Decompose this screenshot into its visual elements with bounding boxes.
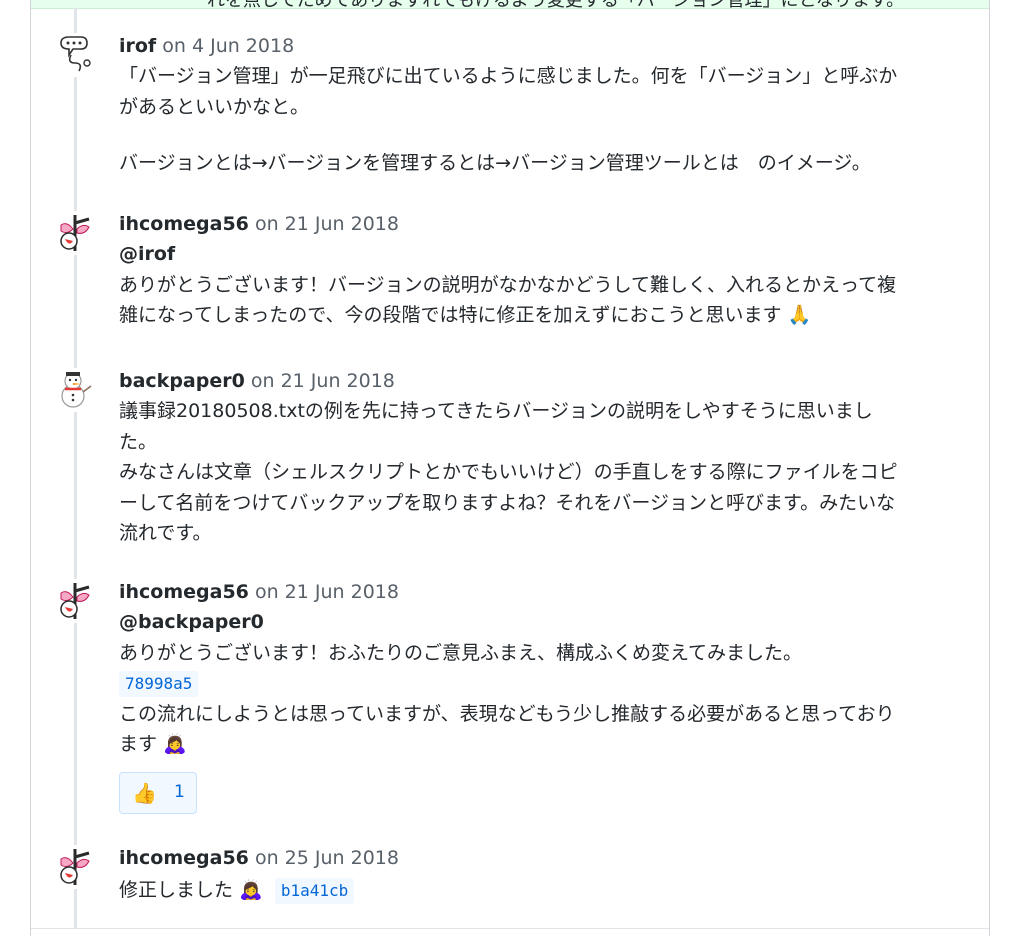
comment-header: ihcomega56 on 25 Jun 2018 — [119, 845, 969, 871]
comment-line: 議事録20180508.txtの例を先に持ってきたらバージョンの説明をしやすそう… — [119, 400, 873, 422]
comment-timeline-panel: れを点してためでありますれてもけるよう変更する「バージョン管理」にとなります。 … — [30, 0, 990, 936]
comment-line-text: 雑になってしまったので、今の段階では特に修正を加えずにおこうと思います — [119, 304, 782, 326]
comment-line-blank — [119, 122, 969, 148]
bowing-person-emoji-icon: 🙇‍♀️ — [239, 879, 263, 901]
comment-text: 「バージョン管理」が一足飛びに出ているように感じました。何を「バージョン」と呼ぶ… — [119, 61, 969, 179]
comment-date[interactable]: on 21 Jun 2018 — [255, 213, 399, 235]
comment-date[interactable]: on 21 Jun 2018 — [251, 370, 395, 392]
comment-header: ihcomega56 on 21 Jun 2018 — [119, 579, 969, 605]
comment-line: 雑になってしまったので、今の段階では特に修正を加えずにおこうと思います 🙏 — [119, 300, 969, 331]
comment-author[interactable]: ihcomega56 — [119, 847, 249, 869]
ihcomega56-avatar-icon[interactable] — [53, 845, 97, 889]
ihcomega56-avatar-icon[interactable] — [53, 579, 97, 623]
comment-line-text: ます — [119, 733, 158, 755]
irof-avatar-icon[interactable] — [53, 33, 97, 77]
comment-line: た。 — [119, 430, 158, 453]
commit-sha-link[interactable]: 78998a5 — [119, 671, 199, 697]
user-mention[interactable]: @backpaper0 — [119, 607, 969, 638]
comment-body: ihcomega56 on 21 Jun 2018 @irof ありがとうござい… — [119, 211, 969, 331]
comment-line: 修正しました 🙇‍♀️ b1a41cb — [119, 875, 969, 906]
comment-line: 「バージョン管理」が一足飛びに出ているように感じました。何を「バージョン」と呼ぶ… — [119, 65, 898, 87]
comment-line: ーして名前をつけてバックアップを取りますよね？それをバージョンと呼びます。みたい… — [119, 491, 896, 514]
thumbs-up-icon: 👍 — [132, 780, 157, 805]
timeline-bottom-divider — [31, 928, 989, 929]
comment-line: バージョンとは→バージョンを管理するとは→バージョン管理ツールとは のイメージ。 — [119, 152, 871, 174]
folded-hands-emoji-icon: 🙏 — [787, 304, 812, 326]
backpaper0-avatar-icon[interactable] — [53, 368, 97, 412]
comment-text: @backpaper0 ありがとうございます！おふたりのご意見ふまえ、構成ふくめ… — [119, 607, 969, 760]
reactions-bar: 👍 1 — [119, 771, 969, 818]
comment-text: @irof ありがとうございます！バージョンの説明がなかなかどうして難しく、入れ… — [119, 239, 969, 331]
timeline-line — [74, 8, 77, 928]
comment-date[interactable]: on 4 Jun 2018 — [162, 35, 294, 57]
comment-author[interactable]: ihcomega56 — [119, 213, 249, 235]
comment-line: みなさんは文章（シェルスクリプトとかでもいいけど）の手直しをする際にファイルをコ… — [119, 461, 898, 483]
comment-line: 流れです。 — [119, 522, 212, 544]
comment-author[interactable]: ihcomega56 — [119, 581, 249, 603]
comment-line: ありがとうございます！バージョンの説明がなかなかどうして難しく、入れるとかえって… — [119, 273, 897, 296]
comment-line: があるといいかなと。 — [119, 95, 310, 118]
comment-line: ます 🙇‍♀️ — [119, 729, 969, 760]
comment-line: ありがとうございます！おふたりのご意見ふまえ、構成ふくめ変えてみました。 — [119, 641, 803, 664]
previous-comment-text: れを点してためでありますれてもけるよう変更する「バージョン管理」にとなります。 — [207, 0, 904, 8]
comment-header: irof on 4 Jun 2018 — [119, 33, 969, 59]
comment-body: ihcomega56 on 25 Jun 2018 修正しました 🙇‍♀️ b1… — [119, 845, 969, 906]
comment-line-text: 修正しました — [119, 879, 234, 901]
comment-header: ihcomega56 on 21 Jun 2018 — [119, 211, 969, 237]
comment-date[interactable]: on 21 Jun 2018 — [255, 581, 399, 603]
comment-text: 議事録20180508.txtの例を先に持ってきたらバージョンの説明をしやすそう… — [119, 396, 969, 549]
comment-body: ihcomega56 on 21 Jun 2018 @backpaper0 あり… — [119, 579, 969, 818]
comment-author[interactable]: irof — [119, 35, 156, 57]
comment-line: この流れにしようとは思っていますが、表現などもう少し推敲する必要があると思ってお… — [119, 702, 895, 725]
commit-line: 78998a5 — [119, 668, 969, 699]
previous-comment-strip: れを点してためでありますれてもけるよう変更する「バージョン管理」にとなります。 — [31, 0, 989, 9]
commit-sha-link[interactable]: b1a41cb — [274, 878, 355, 904]
ihcomega56-avatar-icon[interactable] — [53, 211, 97, 255]
comment-body: irof on 4 Jun 2018 「バージョン管理」が一足飛びに出ているよう… — [119, 33, 969, 179]
comment-author[interactable]: backpaper0 — [119, 370, 245, 392]
comment-header: backpaper0 on 21 Jun 2018 — [119, 368, 969, 394]
user-mention[interactable]: @irof — [119, 239, 969, 270]
comment-date[interactable]: on 25 Jun 2018 — [255, 847, 399, 869]
reaction-count: 1 — [174, 781, 185, 802]
bowing-person-emoji-icon: 🙇‍♀️ — [163, 733, 187, 755]
comment-text: 修正しました 🙇‍♀️ b1a41cb — [119, 875, 969, 906]
thumbs-up-reaction-button[interactable]: 👍 1 — [119, 771, 197, 814]
comment-body: backpaper0 on 21 Jun 2018 議事録20180508.tx… — [119, 368, 969, 549]
